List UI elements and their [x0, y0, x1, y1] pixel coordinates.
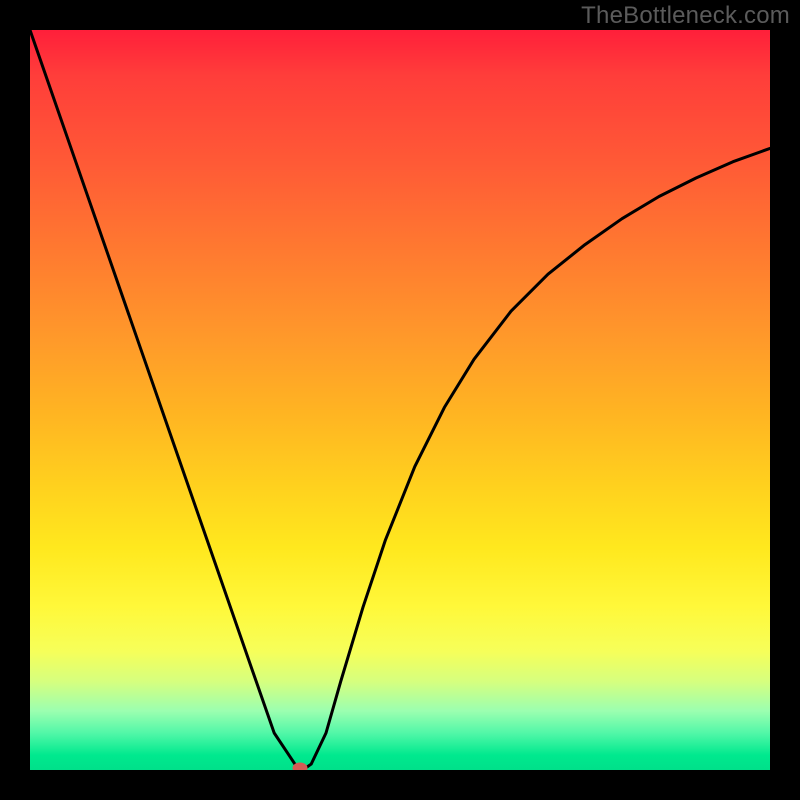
curve-path: [30, 30, 770, 769]
plot-area: [30, 30, 770, 770]
bottleneck-curve: [30, 30, 770, 770]
watermark-text: TheBottleneck.com: [581, 2, 790, 30]
optimum-marker: [293, 762, 308, 770]
chart-frame: TheBottleneck.com: [0, 0, 800, 800]
